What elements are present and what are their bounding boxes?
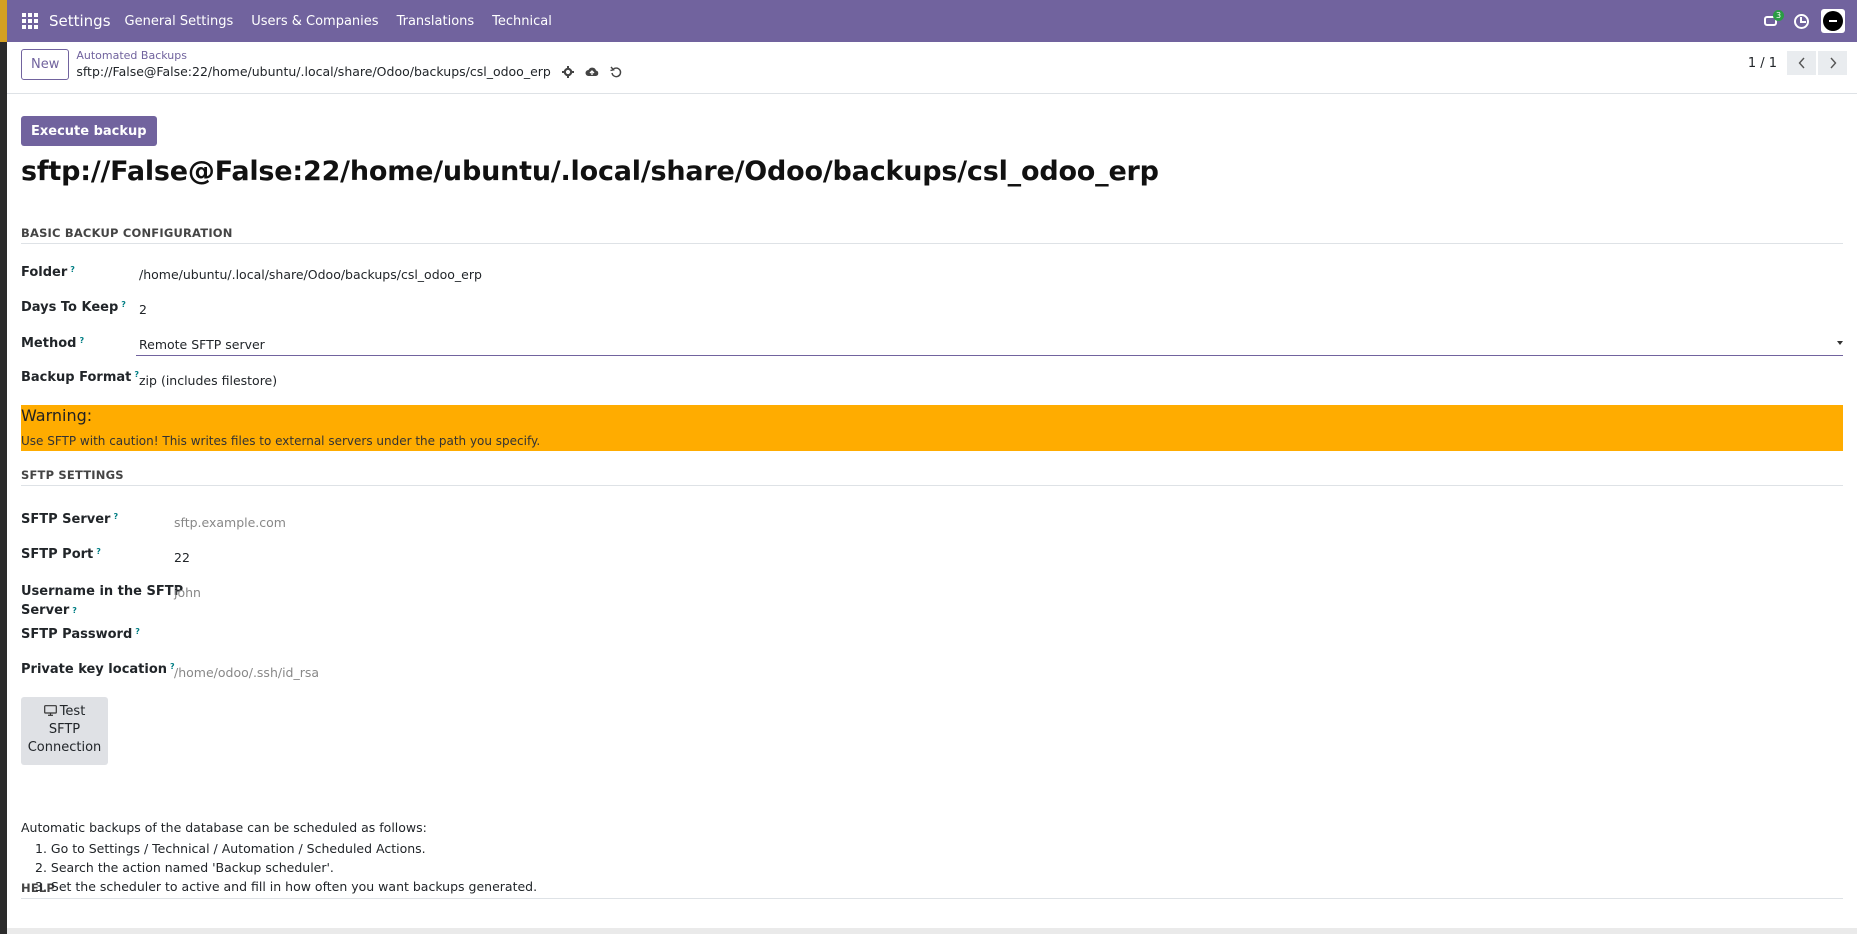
menu-general-settings[interactable]: General Settings [125, 14, 234, 29]
sftp-password-label: SFTP Password? [21, 627, 140, 642]
days-to-keep-label: Days To Keep? [21, 300, 126, 315]
method-select[interactable]: Remote SFTP server [136, 334, 1843, 356]
pager: 1 / 1 [1748, 51, 1847, 75]
activity-clock-icon[interactable] [1794, 13, 1809, 29]
user-avatar[interactable] [1821, 9, 1845, 33]
days-to-keep-field[interactable]: 2 [139, 302, 147, 317]
help-step: 3. Set the scheduler to active and fill … [35, 879, 538, 894]
discard-undo-icon[interactable] [609, 65, 623, 79]
warning-text: Use SFTP with caution! This writes files… [21, 434, 541, 448]
menu-translations[interactable]: Translations [397, 14, 475, 29]
method-selected-value: Remote SFTP server [139, 337, 265, 352]
record-title: sftp://False@False:22/home/ubuntu/.local… [21, 156, 1159, 187]
backup-format-label: Backup Format? [21, 370, 139, 385]
messages-badge: 3 [1773, 10, 1785, 21]
help-steps-list: 1. Go to Settings / Technical / Automati… [21, 839, 537, 896]
dropdown-arrow-icon [1837, 341, 1843, 345]
help-tooltip-icon[interactable]: ? [70, 265, 75, 274]
menu-users-companies[interactable]: Users & Companies [251, 14, 378, 29]
sftp-username-input[interactable]: john [174, 585, 201, 600]
help-tooltip-icon[interactable]: ? [113, 512, 118, 521]
help-tooltip-icon[interactable]: ? [135, 627, 140, 636]
sftp-warning-alert: Warning: Use SFTP with caution! This wri… [21, 405, 1843, 451]
help-tooltip-icon[interactable]: ? [79, 336, 84, 345]
help-intro-text: Automatic backups of the database can be… [21, 820, 427, 835]
chevron-right-icon [1829, 57, 1836, 69]
section-divider [21, 898, 1843, 899]
help-tooltip-icon[interactable]: ? [72, 606, 77, 615]
odoo-app: Settings General Settings Users & Compan… [7, 0, 1857, 934]
breadcrumb: Automated Backups sftp://False@False:22/… [76, 50, 623, 79]
new-button[interactable]: New [21, 49, 70, 80]
execute-backup-button[interactable]: Execute backup [21, 116, 157, 146]
test-label-line2: SFTP [48, 722, 81, 737]
control-panel: New Automated Backups sftp://False@False… [7, 42, 1857, 94]
test-label-line3: Connection [27, 740, 102, 755]
help-tooltip-icon[interactable]: ? [96, 547, 101, 556]
help-step: 2. Search the action named 'Backup sched… [35, 860, 334, 875]
app-name[interactable]: Settings [49, 12, 111, 30]
private-key-label: Private key location? [21, 662, 175, 677]
pager-previous-button[interactable] [1787, 51, 1816, 75]
test-sftp-connection-button[interactable]: Test SFTP Connection [21, 697, 108, 765]
pager-next-button[interactable] [1818, 51, 1847, 75]
sftp-server-input[interactable]: sftp.example.com [174, 515, 286, 530]
sftp-password-input[interactable] [174, 627, 574, 645]
menu-technical[interactable]: Technical [492, 14, 552, 29]
test-label-line1: Test [59, 704, 86, 719]
gear-icon[interactable] [561, 65, 575, 79]
apps-grid-icon[interactable] [22, 13, 38, 29]
top-navbar: Settings General Settings Users & Compan… [7, 0, 1857, 42]
cloud-save-icon[interactable] [585, 65, 599, 79]
section-basic-config: BASIC BACKUP CONFIGURATION [21, 226, 233, 240]
left-window-edge [0, 0, 7, 934]
section-divider [21, 485, 1843, 486]
backup-format-field[interactable]: zip (includes filestore) [139, 373, 277, 388]
sftp-server-label: SFTP Server? [21, 512, 119, 527]
section-divider [21, 243, 1843, 244]
sftp-port-label: SFTP Port? [21, 547, 101, 562]
help-step: 1. Go to Settings / Technical / Automati… [35, 841, 426, 856]
chevron-left-icon [1798, 57, 1805, 69]
breadcrumb-current: sftp://False@False:22/home/ubuntu/.local… [76, 64, 551, 79]
help-tooltip-icon[interactable]: ? [121, 300, 126, 309]
method-label: Method? [21, 336, 85, 351]
messages-icon[interactable]: 3 [1764, 10, 1785, 29]
breadcrumb-parent-link[interactable]: Automated Backups [76, 50, 623, 62]
private-key-input[interactable]: /home/odoo/.ssh/id_rsa [174, 665, 319, 680]
warning-title: Warning: [21, 406, 93, 425]
sftp-port-input[interactable]: 22 [174, 550, 190, 565]
folder-field[interactable]: /home/ubuntu/.local/share/Odoo/backups/c… [139, 267, 482, 282]
folder-label: Folder? [21, 265, 75, 280]
bottom-edge [7, 928, 1857, 934]
pager-value[interactable]: 1 / 1 [1748, 56, 1777, 71]
monitor-icon [43, 705, 57, 716]
section-sftp-settings: SFTP SETTINGS [21, 468, 124, 482]
sftp-username-label: Username in the SFTP Server? [21, 584, 184, 618]
